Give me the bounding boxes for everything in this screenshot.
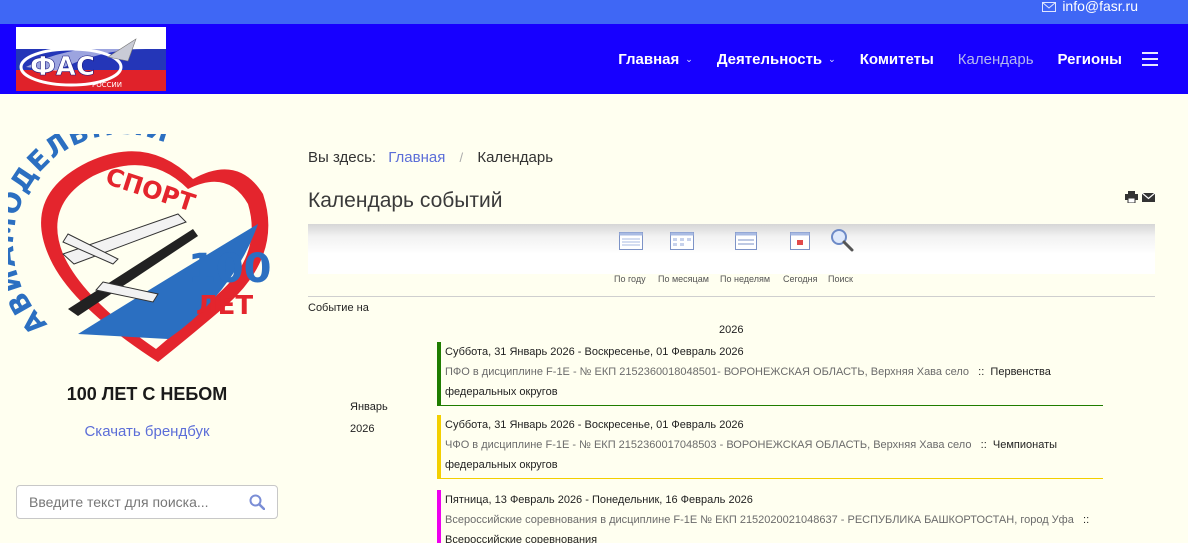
view-by-week-link[interactable]: По неделям — [720, 274, 770, 284]
chevron-down-icon: ⌄ — [828, 53, 836, 64]
nav-item-home-label[interactable]: Главная — [618, 51, 679, 68]
email-text[interactable]: info@fasr.ru — [1062, 0, 1138, 13]
today-view-icon[interactable] — [790, 232, 810, 255]
main-content: Вы здесь: Главная / Календарь Календарь … — [308, 94, 1156, 543]
brandbook-download-link[interactable]: Скачать брендбук — [16, 423, 278, 440]
event-date: Пятница, 13 Февраль 2026 - Понедельник, … — [445, 494, 753, 506]
event-on-label: Событие на — [308, 302, 369, 314]
event-description[interactable]: Всероссийские соревнования в дисциплине … — [445, 510, 1103, 543]
email-share-icon[interactable] — [1141, 190, 1156, 202]
nav-item-activity-label[interactable]: Деятельность — [717, 51, 822, 68]
event-item[interactable]: Пятница, 13 Февраль 2026 - Понедельник, … — [437, 490, 1103, 543]
year-heading: 2026 — [719, 324, 744, 336]
event-title-link[interactable]: Всероссийские соревнования в дисциплине … — [445, 514, 1074, 526]
top-bar: info@fasr.ru — [0, 0, 1188, 24]
event-item[interactable]: Суббота, 31 Январь 2026 - Воскресенье, 0… — [437, 342, 1103, 406]
event-date: Суббота, 31 Январь 2026 - Воскресенье, 0… — [445, 419, 744, 431]
divider — [308, 296, 1155, 297]
breadcrumb-current: Календарь — [477, 149, 554, 166]
main-navbar: ФАС РОССИИ Главная ⌄ Деятельность ⌄ Коми… — [0, 24, 1188, 94]
event-title-link[interactable]: ЧФО в дисциплине F-1E - № ЕКП 2152360017… — [445, 439, 971, 451]
page-tools — [1125, 190, 1156, 204]
nav-item-committees[interactable]: Комитеты — [860, 51, 934, 68]
svg-text:РОССИИ: РОССИИ — [92, 81, 122, 89]
svg-text:ФАС: ФАС — [30, 52, 95, 82]
site-search[interactable] — [16, 485, 278, 519]
print-icon[interactable] — [1125, 190, 1138, 204]
envelope-icon — [1042, 1, 1057, 12]
view-today-link[interactable]: Сегодня — [783, 274, 818, 284]
month-view-icon[interactable] — [670, 232, 694, 255]
calendar-view-toolbar: По году По месяцам По неделям Сегодня По… — [308, 224, 1155, 284]
event-separator: :: — [980, 439, 987, 451]
view-by-year-link[interactable]: По году — [614, 274, 646, 284]
nav-item-regions[interactable]: Регионы — [1058, 51, 1122, 68]
chevron-down-icon: ⌄ — [685, 53, 693, 64]
week-view-icon[interactable] — [735, 232, 757, 255]
event-description[interactable]: ЧФО в дисциплине F-1E - № ЕКП 2152360017… — [445, 435, 1103, 475]
site-logo[interactable]: ФАС РОССИИ — [16, 27, 166, 91]
event-category: Всероссийские соревнования — [445, 534, 598, 543]
search-icon[interactable] — [249, 494, 266, 511]
breadcrumb: Вы здесь: Главная / Календарь — [308, 149, 553, 166]
event-description[interactable]: ПФО в дисциплине F-1E - № ЕКП 2152360018… — [445, 362, 1103, 402]
breadcrumb-separator: / — [459, 150, 464, 165]
event-separator: :: — [1083, 514, 1090, 526]
month-year: 2026 — [350, 423, 375, 435]
year-view-icon[interactable] — [619, 232, 643, 255]
page-title: Календарь событий — [308, 189, 503, 212]
event-title-link[interactable]: ПФО в дисциплине F-1E - № ЕКП 2152360018… — [445, 366, 969, 378]
nav-item-committees-label[interactable]: Комитеты — [860, 51, 934, 68]
sidebar: АВИАМОДЕЛЬНЫЙ СПОРТ 100 ЛЕТ 100 ЛЕТ С НЕ… — [0, 94, 300, 543]
breadcrumb-label: Вы здесь: — [308, 149, 377, 166]
nav-item-calendar-label[interactable]: Календарь — [958, 51, 1034, 68]
month-name: Январь — [350, 401, 388, 413]
search-input[interactable] — [17, 486, 237, 518]
breadcrumb-home-link[interactable]: Главная — [388, 149, 445, 166]
event-separator: :: — [978, 366, 985, 378]
nav-item-home[interactable]: Главная ⌄ — [618, 51, 693, 68]
nav-item-regions-label[interactable]: Регионы — [1058, 51, 1122, 68]
svg-text:100: 100 — [188, 246, 272, 292]
svg-text:ЛЕТ: ЛЕТ — [196, 291, 253, 321]
magnifier-search-icon[interactable] — [830, 228, 854, 257]
nav-item-activity[interactable]: Деятельность ⌄ — [717, 51, 836, 68]
view-by-month-link[interactable]: По месяцам — [658, 274, 709, 284]
view-search-link[interactable]: Поиск — [828, 274, 853, 284]
hamburger-menu-icon[interactable] — [1142, 52, 1158, 66]
event-date: Суббота, 31 Январь 2026 - Воскресенье, 0… — [445, 346, 744, 358]
slogan: 100 ЛЕТ С НЕБОМ — [66, 384, 228, 404]
nav-item-calendar[interactable]: Календарь — [958, 51, 1034, 68]
main-menu: Главная ⌄ Деятельность ⌄ Комитеты Календ… — [594, 24, 1158, 94]
event-item[interactable]: Суббота, 31 Январь 2026 - Воскресенье, 0… — [437, 415, 1103, 479]
email-link[interactable]: info@fasr.ru — [1042, 0, 1138, 13]
month-heading: Январь 2026 — [350, 396, 388, 440]
anniversary-emblem: АВИАМОДЕЛЬНЫЙ СПОРТ 100 ЛЕТ — [0, 110, 278, 364]
